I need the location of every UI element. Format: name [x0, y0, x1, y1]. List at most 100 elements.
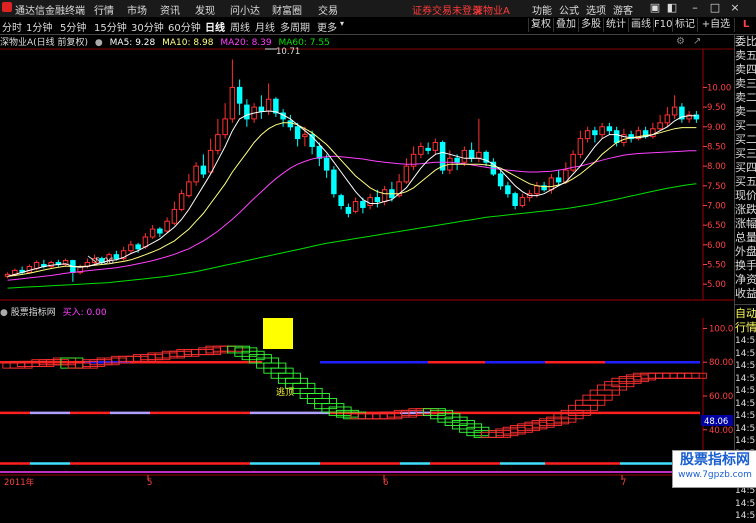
candle-up	[193, 165, 199, 183]
quote-field-18: 收益	[735, 287, 756, 300]
candle-up	[461, 149, 468, 163]
quote-field-9: 买四	[735, 161, 756, 174]
date-axis: 2011年 5 6 7	[4, 475, 626, 487]
indicator-box-up	[676, 372, 700, 379]
candle-up	[664, 114, 671, 124]
candle-up	[222, 118, 228, 136]
tick-time-2: 14:56	[735, 361, 756, 371]
indicator-box-up	[372, 413, 396, 420]
indicator-box-up	[350, 413, 374, 420]
price-tick-label: 7.50	[707, 182, 726, 192]
price-tick-label: 6.50	[707, 221, 726, 231]
candle-down	[258, 106, 265, 112]
indicator-box-up	[640, 372, 664, 379]
indicator-box-up	[219, 345, 243, 352]
indicator-box-up	[662, 372, 686, 379]
candle-down	[345, 206, 352, 214]
candle-down	[613, 130, 620, 144]
indicator-box-up	[669, 372, 693, 379]
candle-down	[592, 130, 598, 136]
candle-down	[157, 228, 163, 234]
candle-up	[476, 151, 482, 159]
candle-up	[352, 201, 359, 212]
indicator-tick-label: 80.00	[709, 358, 733, 368]
quote-field-13: 涨幅	[735, 217, 756, 230]
indicator-tick-label: 60.00	[709, 392, 733, 402]
candle-down	[497, 173, 504, 187]
candle-down	[236, 86, 243, 104]
tick-time-13: 14:56	[735, 498, 756, 509]
candle-up	[26, 265, 33, 273]
candle-up	[534, 185, 540, 195]
high-price-label: 10.71	[276, 47, 300, 57]
candle-up	[599, 126, 605, 136]
quote-field-5: 卖一	[735, 105, 756, 118]
candle-up	[149, 228, 156, 238]
indicator-box-up	[654, 372, 678, 379]
candle-up	[548, 177, 555, 191]
candle-up	[584, 130, 591, 140]
watermark-url: www.7gpzb.com	[678, 470, 752, 480]
candle-up	[577, 138, 584, 155]
tick-time-7: 14:56	[735, 423, 756, 434]
candle-up	[519, 197, 526, 206]
tick-time-14: 14:56	[735, 511, 756, 521]
indicator-box-up	[67, 362, 91, 369]
candle-down	[505, 185, 511, 195]
candle-down	[273, 98, 279, 114]
indicator-box-up	[125, 355, 149, 362]
candle-down	[316, 145, 323, 159]
candle-up	[229, 86, 236, 120]
candle-up	[215, 134, 221, 151]
watermark-name: 股票指标网	[680, 452, 750, 468]
quote-field-15: 外盘	[735, 245, 756, 258]
indicator-box-up	[183, 349, 207, 356]
tick-time-4: 14:56	[735, 386, 756, 396]
level2-icon[interactable]: L	[734, 18, 756, 32]
watermark-badge: 股票指标网 www.7gpzb.com	[672, 450, 756, 488]
top-escape-signal-label: 逃顶	[276, 386, 294, 398]
indicator-box-up	[132, 354, 156, 362]
tick-time-8: 14:56	[735, 436, 756, 446]
candle-up	[432, 142, 439, 151]
low-price-label: 5.06	[95, 257, 114, 267]
indicator-box-up	[212, 345, 236, 352]
candle-down	[200, 165, 207, 175]
price-tick-label: 9.50	[707, 103, 726, 113]
quote-field-11: 现价	[735, 189, 756, 202]
candle-down	[374, 197, 381, 203]
indicator-series	[2, 345, 707, 438]
indicator-box-up	[161, 350, 185, 359]
tick-time-list: 14:56 14:56 14:56 14:56 14:56 14:56 14:56 14:56…	[735, 335, 756, 523]
kline-chart[interactable]: 10.00 9.50 9.00 8.50 8.00 7.50 7.00 6.50 6.00 5.5…	[0, 0, 734, 487]
price-tick-label: 10.00	[707, 83, 731, 93]
quote-side-panel: 委比 卖五 卖四 卖三 卖二 卖一 买一 买二 买三 买四 买五 现价 涨跌 涨幅 总量 外盘 换手 净资 收益 自…	[734, 35, 756, 521]
candle-up	[367, 197, 373, 206]
quote-field-list: 委比 卖五 卖四 卖三 卖二 卖一 买一 买二 买三 买四 买五 现价 涨跌 涨幅 总量 外盘 换手 净资 收益	[735, 35, 756, 301]
price-tick-label: 5.00	[707, 280, 726, 290]
date-label-may: 5	[147, 478, 152, 487]
quote-field-17: 净资	[735, 273, 756, 286]
price-tick-label: 6.00	[707, 241, 726, 251]
tick-time-1: 14:56	[735, 348, 756, 359]
tick-time-0: 14:56	[735, 336, 756, 346]
candle-down	[244, 104, 250, 120]
quote-field-16: 换手	[735, 259, 756, 272]
candle-down	[287, 120, 294, 128]
quote-field-7: 买二	[735, 133, 756, 146]
ma10-line	[7, 122, 697, 277]
quote-field-1: 卖五	[735, 49, 756, 62]
top-escape-signal-block	[263, 318, 293, 349]
auto-quote-title[interactable]: 自动	[735, 307, 756, 321]
candle-up	[142, 236, 149, 248]
indicator-box-up	[357, 413, 381, 420]
candle-down	[555, 177, 562, 183]
indicator-box-up	[118, 355, 142, 362]
indicator-current-value: 48.06	[704, 417, 728, 427]
candle-down	[425, 147, 431, 151]
indicator-box-down	[473, 430, 497, 438]
candle-up	[128, 244, 134, 252]
date-label-jul: 7	[621, 478, 626, 487]
auto-quote-title-2[interactable]: 行情	[735, 321, 756, 335]
date-label-jun: 6	[383, 478, 388, 487]
